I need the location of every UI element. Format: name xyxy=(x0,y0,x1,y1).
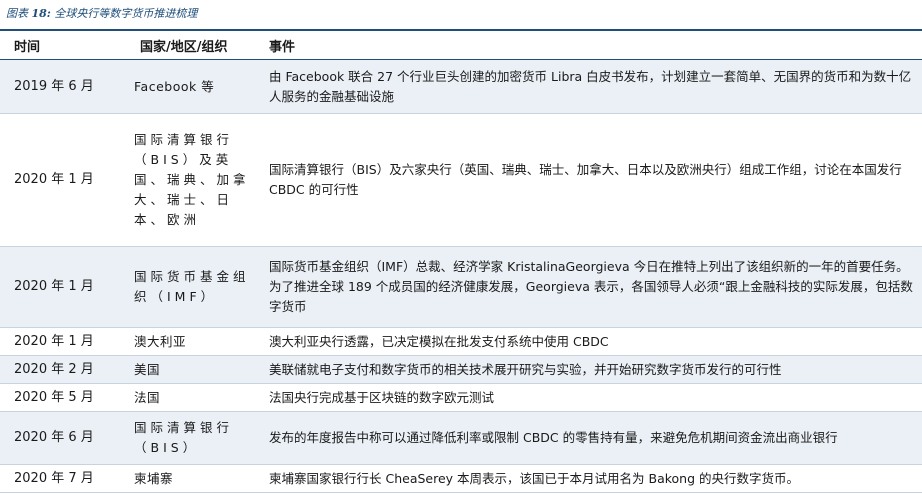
table-row: 2020 年 2 月 美国 美联储就电子支付和数字货币的相关技术展开研究与实验，… xyxy=(0,355,922,384)
caption-number: 18: xyxy=(31,7,51,20)
row-date: 2020 年 2 月 xyxy=(0,355,126,384)
header-date: 时间 xyxy=(0,31,126,60)
row-event: 发布的年度报告中称可以通过降低利率或限制 CBDC 的零售持有量，来避免危机期间… xyxy=(263,411,922,465)
row-date: 2020 年 1 月 xyxy=(0,246,126,328)
row-event: 柬埔寨国家银行行长 CheaSerey 本周表示，该国已于本月试用名为 Bako… xyxy=(263,464,922,493)
row-org: 法国 xyxy=(126,383,263,412)
row-org: Facebook 等 xyxy=(126,59,263,114)
row-org: 国际货币基金组织（IMF） xyxy=(126,246,263,328)
row-event: 国际清算银行（BIS）及六家央行（英国、瑞典、瑞士、加拿大、日本以及欧洲央行）组… xyxy=(263,113,922,247)
row-org: 美国 xyxy=(126,355,263,384)
header-row: 时间 国家/地区/组织 事件 xyxy=(0,31,922,60)
table-row: 2020 年 7 月 柬埔寨 柬埔寨国家银行行长 CheaSerey 本周表示，… xyxy=(0,464,922,493)
table-row: 2020 年 6 月 国际清算银行（BIS） 发布的年度报告中称可以通过降低利率… xyxy=(0,411,922,465)
header-org: 国家/地区/组织 xyxy=(126,31,263,60)
row-date: 2020 年 5 月 xyxy=(0,383,126,412)
row-date: 2020 年 1 月 xyxy=(0,327,126,356)
row-org: 国际清算银行（BIS） xyxy=(126,411,263,465)
row-org: 柬埔寨 xyxy=(126,464,263,493)
row-event: 澳大利亚央行透露，已决定模拟在批发支付系统中使用 CBDC xyxy=(263,327,922,356)
row-date: 2020 年 7 月 xyxy=(0,464,126,493)
table-row: 2020 年 1 月 国际清算银行（BIS）及英国、瑞典、加拿大、瑞士、日本、欧… xyxy=(0,113,922,247)
row-event: 由 Facebook 联合 27 个行业巨头创建的加密货币 Libra 白皮书发… xyxy=(263,59,922,114)
row-event: 国际货币基金组织（IMF）总裁、经济学家 KristalinaGeorgieva… xyxy=(263,246,922,328)
table-row: 2020 年 1 月 澳大利亚 澳大利亚央行透露，已决定模拟在批发支付系统中使用… xyxy=(0,327,922,356)
row-date: 2019 年 6 月 xyxy=(0,59,126,114)
table-row: 2019 年 6 月 Facebook 等 由 Facebook 联合 27 个… xyxy=(0,59,922,114)
cbdc-timeline-table: 时间 国家/地区/组织 事件 2019 年 6 月 Facebook 等 由 F… xyxy=(0,31,922,493)
row-event: 美联储就电子支付和数字货币的相关技术展开研究与实验，并开始研究数字货币发行的可行… xyxy=(263,355,922,384)
row-date: 2020 年 1 月 xyxy=(0,113,126,247)
table-row: 2020 年 1 月 国际货币基金组织（IMF） 国际货币基金组织（IMF）总裁… xyxy=(0,246,922,328)
header-event: 事件 xyxy=(263,31,922,60)
row-org: 国际清算银行（BIS）及英国、瑞典、加拿大、瑞士、日本、欧洲 xyxy=(126,113,263,247)
caption-title: 全球央行等数字货币推进梳理 xyxy=(54,7,198,20)
row-date: 2020 年 6 月 xyxy=(0,411,126,465)
figure-caption: 图表 18: 全球央行等数字货币推进梳理 xyxy=(6,5,197,21)
table-row: 2020 年 5 月 法国 法国央行完成基于区块链的数字欧元测试 xyxy=(0,383,922,412)
row-org: 澳大利亚 xyxy=(126,327,263,356)
caption-prefix: 图表 xyxy=(6,7,28,20)
row-event: 法国央行完成基于区块链的数字欧元测试 xyxy=(263,383,922,412)
